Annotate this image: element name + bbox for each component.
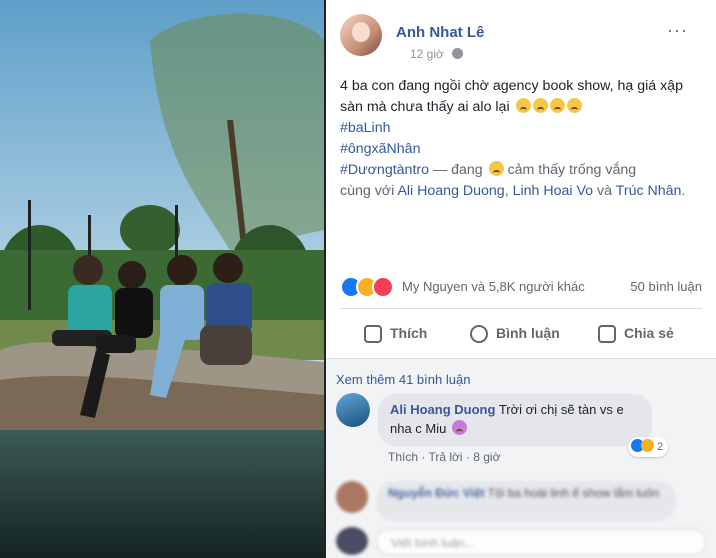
post-caption: 4 ba con đang ngồi chờ agency book show,… [340,78,683,115]
divider [340,308,702,309]
feeling-prefix: — đang [432,162,483,178]
user-avatar [336,527,368,555]
comment-reaction-count: 2 [657,441,664,453]
worried-emoji-icon [566,98,582,113]
thumbs-up-icon [364,325,382,343]
tagged-friend-link[interactable]: Ali Hoang Duong [397,183,504,199]
like-label: Thích [390,325,428,341]
worried-emoji-icon [549,98,565,113]
post-actions: Thích Bình luận Chia sẻ [340,316,702,350]
reactions-summary[interactable]: My Nguyen và 5,8K người khác [402,279,585,294]
more-options-button[interactable]: ··· [667,20,688,41]
commenter-avatar[interactable] [336,393,370,427]
comment-like-link[interactable]: Thích [388,450,418,464]
worried-emoji-icon [532,98,548,113]
commenter-name[interactable]: Nguyễn Đức Việt [388,486,485,500]
comment-input[interactable]: Viết bình luận... [376,529,706,555]
with-text: cùng với [340,183,395,199]
emoji-icon [452,420,467,435]
post-panel: Anh Nhat Lê 12 giờ ··· 4 ba con đang ngồ… [326,0,716,558]
comment-reactions[interactable]: 2 [628,437,669,457]
feeling-emoji-icon [488,161,504,176]
haha-reaction-icon [641,439,654,452]
commenter-avatar[interactable] [336,481,368,513]
comment-time[interactable]: 8 giờ [473,450,500,464]
comments-section: Xem thêm 41 bình luận Ali Hoang Duong Tr… [326,359,716,558]
comment-actions: Thích · Trả lời · 8 giờ [388,450,501,464]
post-text: 4 ba con đang ngồi chờ agency book show,… [340,76,696,202]
comment-text: Tội ba hoài linh ế show lắm luôn [487,486,660,500]
feeling-line: #Dươngtàntro — đang cảm thấy trống vắng [340,160,696,181]
author-avatar[interactable] [340,14,382,56]
globe-icon [452,48,464,59]
comment-icon [470,325,488,343]
post-photo[interactable] [0,0,324,558]
tagged-line: cùng với Ali Hoang Duong, Linh Hoai Vo v… [340,183,686,199]
share-label: Chia sẻ [624,325,674,341]
commenter-name[interactable]: Ali Hoang Duong [390,402,495,417]
tagged-friend-link[interactable]: Trúc Nhân [616,183,682,199]
share-icon [598,325,616,343]
love-reaction-icon[interactable] [372,276,394,298]
share-button[interactable]: Chia sẻ [598,316,674,350]
post-text-line1: 4 ba con đang ngồi chờ agency book show,… [340,76,696,118]
comment-bubble: Nguyễn Đức Việt Tội ba hoài linh ế show … [376,481,676,521]
comment-reply-link[interactable]: Trả lời [428,450,462,464]
hashtag-link[interactable]: #ôngxãNhân [340,139,696,160]
comment-label: Bình luận [496,325,560,341]
like-button[interactable]: Thích [364,316,427,350]
post-meta: 12 giờ [410,47,464,61]
view-more-comments-link[interactable]: Xem thêm 41 bình luận [336,372,470,387]
comments-count[interactable]: 50 bình luận [630,279,702,294]
tagged-friend-link[interactable]: Linh Hoai Vo [513,183,593,199]
comment-button[interactable]: Bình luận [470,316,560,350]
comment-bubble: Ali Hoang Duong Trời ơi chị sẽ tàn vs e … [378,394,652,446]
feeling-text: cảm thấy trống vắng [507,162,637,178]
author-name[interactable]: Anh Nhat Lê [396,24,484,41]
post-header: Anh Nhat Lê 12 giờ ··· [340,14,700,64]
hashtag-link[interactable]: #Dươngtàntro [340,162,429,178]
hashtag-link[interactable]: #baLinh [340,118,696,139]
reactions-bar: My Nguyen và 5,8K người khác 50 bình luậ… [340,276,702,298]
photo-illustration [0,0,324,558]
post-time[interactable]: 12 giờ [410,47,444,61]
worried-emoji-icon [515,98,531,113]
blurred-comments: Nguyễn Đức Việt Tội ba hoài linh ế show … [326,479,716,558]
and-text: và [597,183,613,199]
